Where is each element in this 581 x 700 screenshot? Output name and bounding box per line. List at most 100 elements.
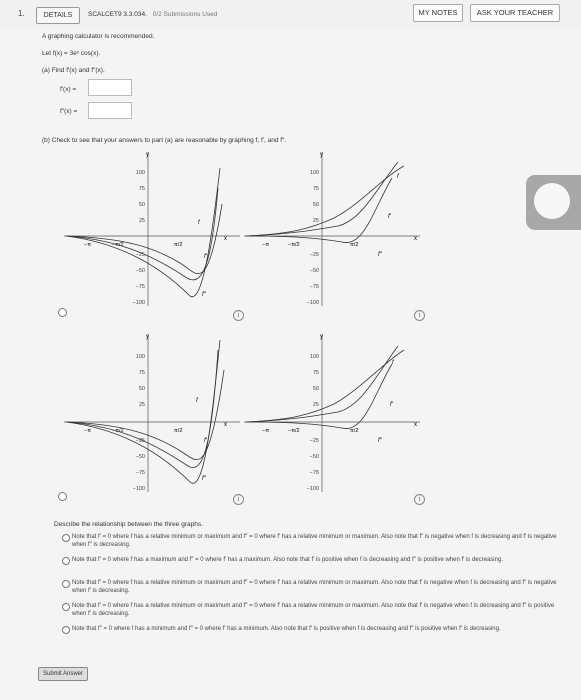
curve-label: f′ [388, 214, 392, 220]
tick-label: −25 [310, 438, 319, 444]
toggle-knob [534, 183, 570, 219]
tick-label: 100 [136, 354, 145, 360]
function-definition: Let f(x) = 3eˣ cos(x). [42, 50, 101, 57]
f-prime-label: f′(x) = [60, 86, 77, 93]
tick-label: π/2 [174, 428, 182, 434]
tick-label: −π [262, 428, 269, 434]
tick-label: 25 [313, 218, 319, 224]
tick-label: π/2 [350, 242, 358, 248]
question-reference: SCALCET9 3.3.034. 0/2 Submissions Used [88, 11, 217, 18]
tick-label: −50 [136, 454, 145, 460]
tick-label: −75 [136, 470, 145, 476]
tick-label: 75 [313, 370, 319, 376]
describe-option-1-radio[interactable] [62, 534, 70, 542]
info-icon[interactable]: i [414, 494, 425, 505]
info-icon[interactable]: i [233, 494, 244, 505]
tick-label: 50 [313, 386, 319, 392]
describe-option-5-text: Note that f″ = 0 where f has a minimum a… [72, 626, 501, 632]
x-axis-label: x [224, 422, 227, 428]
tick-label: 50 [139, 202, 145, 208]
curve-label: f [198, 220, 201, 226]
describe-option-3-text: Note that f′ = 0 where f has a relative … [72, 580, 557, 594]
tick-label: −25 [310, 252, 319, 258]
tick-label: 75 [313, 186, 319, 192]
describe-option-4-radio[interactable] [62, 603, 70, 611]
tick-label: 100 [310, 170, 319, 176]
tick-label: −75 [310, 284, 319, 290]
describe-prompt: Describe the relationship between the th… [54, 521, 203, 528]
part-b-prompt: (b) Check to see that your answers to pa… [42, 137, 287, 144]
curve-label: f″ [202, 292, 207, 298]
curve-f-prime [65, 349, 219, 468]
assignment-page: 1. DETAILS SCALCET9 3.3.034. 0/2 Submiss… [0, 0, 581, 700]
curve-f [65, 369, 225, 460]
graph-option-1: y x 100 75 50 25 −25 −50 −75 −100 −π −π/… [64, 152, 240, 306]
question-header: 1. DETAILS SCALCET9 3.3.034. 0/2 Submiss… [0, 0, 581, 26]
submit-answer-button[interactable]: Submit Answer [38, 667, 88, 681]
describe-option-2-text: Note that f′ = 0 where f has a maximum a… [72, 557, 503, 563]
f-double-prime-label: f″(x) = [60, 108, 78, 115]
tick-label: −50 [136, 268, 145, 274]
tick-label: −π [262, 242, 269, 248]
part-a-prompt: (a) Find f′(x) and f″(x). [42, 67, 105, 74]
curve-f-double-prime [245, 363, 393, 429]
tick-label: 75 [139, 370, 145, 376]
curve-label: f″ [378, 252, 383, 258]
describe-option-3-radio[interactable] [62, 580, 70, 588]
curve-label: f [196, 398, 199, 404]
tick-label: −π [84, 428, 91, 434]
tick-label: −75 [310, 470, 319, 476]
tick-label: π/2 [350, 428, 358, 434]
curve-f-double-prime [65, 339, 221, 484]
describe-option-2-radio[interactable] [62, 557, 70, 565]
tick-label: −50 [310, 454, 319, 460]
graph-option-1-radio[interactable] [58, 308, 67, 317]
y-axis-label: y [320, 334, 323, 340]
describe-option-4-text: Note that f′ = 0 where f has a relative … [72, 603, 555, 617]
tick-label: −π/2 [288, 428, 300, 434]
submissions-used: 0/2 Submissions Used [152, 11, 218, 18]
my-notes-button[interactable]: MY NOTES [413, 4, 463, 22]
tick-label: 75 [139, 186, 145, 192]
curve-label: f″ [378, 438, 383, 444]
f-prime-input[interactable] [88, 79, 132, 96]
tick-label: 50 [313, 202, 319, 208]
details-tab[interactable]: DETAILS [36, 7, 80, 24]
tick-label: 25 [313, 402, 319, 408]
tick-label: −50 [310, 268, 319, 274]
tick-label: −100 [133, 486, 145, 492]
question-number: 1. [18, 9, 25, 18]
x-axis-label: x [414, 422, 417, 428]
graph-option-4: y x 100 75 50 25 −25 −50 −75 −100 −π −π/… [244, 334, 420, 492]
curve-label: f [392, 360, 395, 366]
x-axis-label: x [414, 236, 417, 242]
tick-label: π/2 [174, 242, 182, 248]
ask-teacher-button[interactable]: ASK YOUR TEACHER [470, 4, 560, 22]
tick-label: 100 [310, 354, 319, 360]
calculator-note: A graphing calculator is recommended. [42, 33, 155, 40]
tick-label: −75 [136, 284, 145, 290]
curve-label: f′ [390, 402, 394, 408]
y-axis-label: y [146, 152, 149, 158]
tick-label: 25 [139, 402, 145, 408]
tick-label: −100 [133, 300, 145, 306]
info-icon[interactable]: i [233, 310, 244, 321]
tick-label: −π/2 [288, 242, 300, 248]
curve-label: f [397, 174, 400, 180]
describe-option-5-radio[interactable] [62, 626, 70, 634]
f-double-prime-input[interactable] [88, 102, 132, 119]
info-icon[interactable]: i [414, 310, 425, 321]
tick-label: 50 [139, 386, 145, 392]
y-axis-label: y [146, 334, 149, 340]
tick-label: −100 [307, 486, 319, 492]
graph-option-3: y x 100 75 50 25 −25 −50 −75 −100 −π −π/… [64, 334, 240, 492]
y-axis-label: y [320, 152, 323, 158]
tick-label: 100 [136, 170, 145, 176]
graph-option-2: y x 100 75 50 25 −25 −50 −75 −100 −π −π/… [244, 152, 420, 306]
describe-option-1-text: Note that f′ = 0 where f has a relative … [72, 534, 557, 548]
side-toggle[interactable] [526, 175, 581, 230]
tick-label: −100 [307, 300, 319, 306]
curve-label: f″ [202, 476, 207, 482]
tick-label: 25 [139, 218, 145, 224]
graph-option-3-radio[interactable] [58, 492, 67, 501]
